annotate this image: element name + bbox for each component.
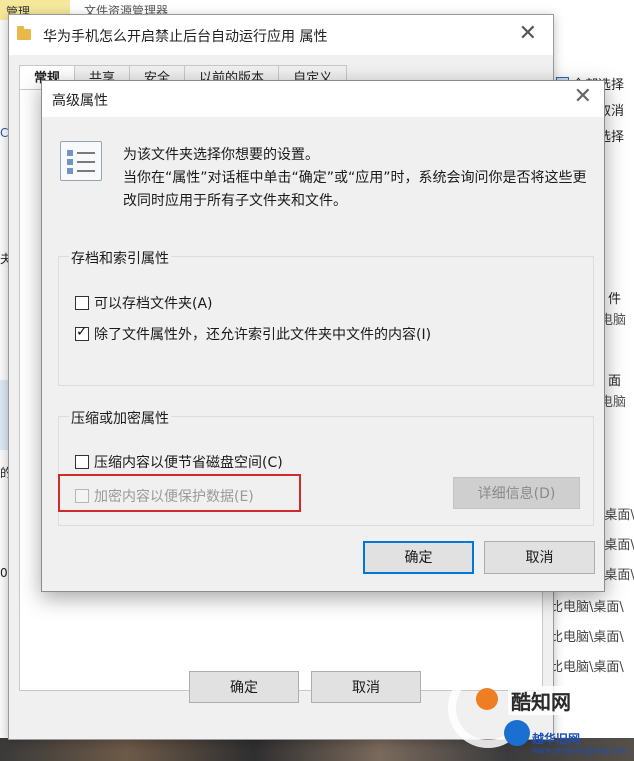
properties-title: 华为手机怎么开启禁止后台自动运行应用 属性 (43, 29, 328, 45)
dialog-ok-button[interactable]: 确定 (363, 541, 474, 574)
watermark-logo-icon (476, 688, 498, 710)
watermark-sub: 越华旧网 (532, 732, 581, 746)
advanced-attributes-dialog: 高级属性 ✕ 为该文件夹选择你想要的设置。 当你在“属性”对话框中单击“确定”或… (41, 80, 605, 592)
list-item-fragment: 件 (608, 292, 622, 307)
watermark-url: www.yneyangbang.com (532, 746, 628, 755)
allow-index-option[interactable]: 除了文件属性外，还允许索引此文件夹中文件的内容(I) (75, 324, 431, 344)
watermark-brand: 酷知网 (508, 686, 574, 715)
properties-cancel-button[interactable]: 取消 (311, 671, 421, 703)
details-button: 详细信息(D) (453, 477, 580, 509)
folder-icon (17, 26, 31, 40)
compress-checkbox[interactable] (75, 455, 89, 469)
group-title: 压缩或加密属性 (69, 408, 171, 428)
archive-index-group: 存档和索引属性 可以存档文件夹(A) 除了文件属性外，还允许索引此文件夹中文件的… (58, 248, 594, 386)
dialog-intro-line2: 当你在“属性”对话框中单击“确定”或“应用”时，系统会询问你是否将这些更改同时应… (123, 170, 587, 209)
dialog-title: 高级属性 (52, 93, 108, 109)
compress-option[interactable]: 压缩内容以便节省磁盘空间(C) (75, 452, 283, 472)
group-title: 存档和索引属性 (69, 248, 171, 268)
list-path[interactable]: \桌面\ (600, 504, 634, 523)
archive-folder-option[interactable]: 可以存档文件夹(A) (75, 293, 213, 313)
list-path[interactable]: 比电脑\桌面\ (550, 626, 624, 645)
list-item-fragment: 面 (608, 374, 622, 389)
nav-item-fragment[interactable]: 0 (0, 566, 8, 580)
list-path[interactable]: \桌面\ (600, 564, 634, 583)
index-checkbox[interactable] (75, 324, 89, 341)
list-path[interactable]: \桌面\ (600, 534, 634, 553)
properties-titlebar[interactable]: 华为手机怎么开启禁止后台自动运行应用 属性 ✕ (9, 15, 553, 55)
archive-checkbox[interactable] (75, 296, 89, 310)
encrypt-option-highlight (58, 474, 301, 512)
list-path[interactable]: 比电脑\桌面\ (550, 596, 624, 615)
properties-ok-button[interactable]: 确定 (189, 671, 299, 703)
option-label: 除了文件属性外，还允许索引此文件夹中文件的内容(I) (94, 327, 432, 343)
watermark: 酷知网 越华旧网 www.yneyangbang.com (448, 660, 634, 760)
dialog-cancel-button[interactable]: 取消 (484, 541, 595, 574)
option-label: 可以存档文件夹(A) (94, 296, 213, 312)
close-icon[interactable]: ✕ (519, 21, 537, 46)
close-icon[interactable]: ✕ (574, 84, 592, 109)
watermark-wifi-icon (504, 720, 530, 746)
option-label: 压缩内容以便节省磁盘空间(C) (94, 455, 283, 471)
settings-checklist-icon (60, 141, 102, 181)
dialog-intro-line1: 为该文件夹选择你想要的设置。 (123, 147, 319, 163)
dialog-titlebar[interactable]: 高级属性 ✕ (42, 81, 604, 117)
